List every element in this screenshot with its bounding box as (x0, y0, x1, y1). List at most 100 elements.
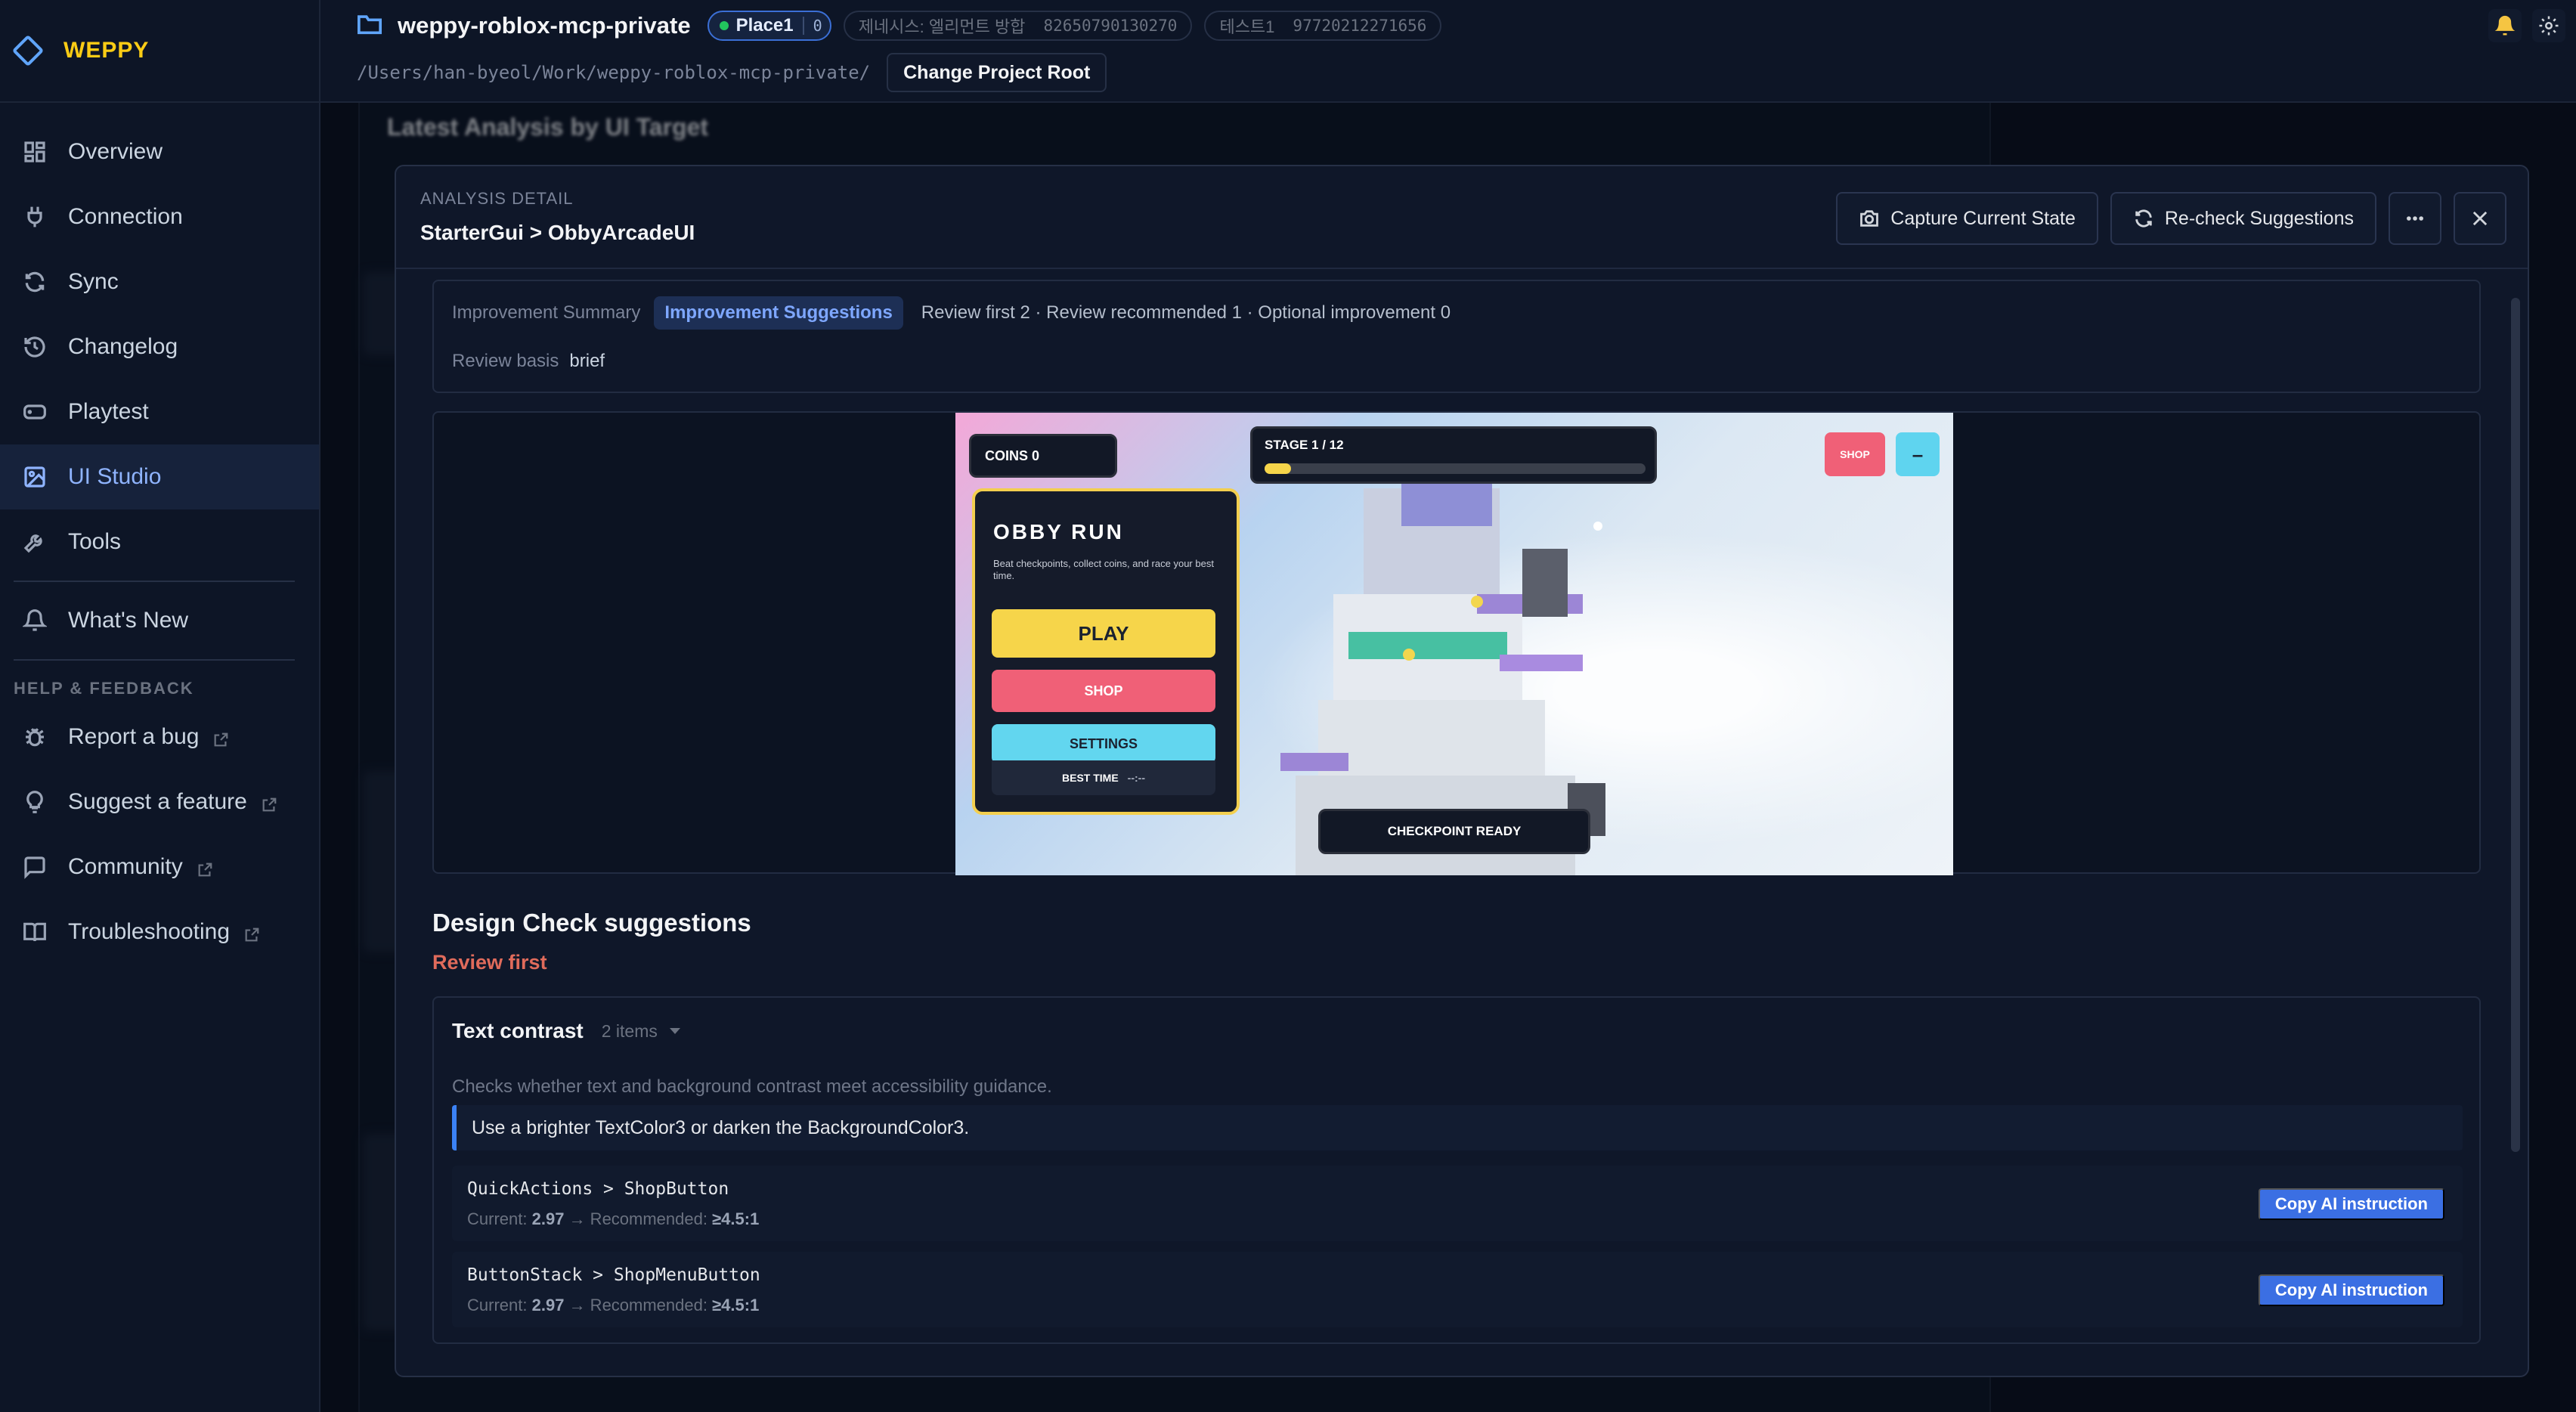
grid-icon (23, 140, 47, 164)
project-path: /Users/han-byeol/Work/weppy-roblox-mcp-p… (357, 62, 871, 83)
sidebar-item-ui-studio[interactable]: UI Studio (0, 444, 319, 509)
sidebar-item-label: Tools (68, 529, 122, 554)
sidebar-item-community[interactable]: Community (0, 835, 319, 900)
scrollbar[interactable] (2511, 298, 2520, 1152)
game-best-time: BEST TIME --:-- (992, 760, 1215, 795)
hud-coins: COINS 0 (969, 434, 1117, 478)
tab-improvement-summary[interactable]: Improvement Summary (452, 302, 640, 324)
stage-progress-bar (1265, 463, 1646, 474)
more-options-button[interactable] (2389, 192, 2441, 245)
sidebar-item-label: Troubleshooting (68, 919, 231, 944)
sidebar-item-troubleshooting[interactable]: Troubleshooting (0, 900, 319, 965)
sidebar-item-whats-new[interactable]: What's New (0, 588, 319, 653)
ui-path: ButtonStack > ShopMenuButton (467, 1265, 760, 1285)
current-label: Current: (467, 1209, 528, 1228)
book-icon (23, 920, 47, 944)
game-shop-button: SHOP (992, 670, 1215, 712)
close-modal-button[interactable] (2454, 192, 2506, 245)
review-basis-value: brief (569, 351, 605, 371)
game-screenshot: COINS 0 STAGE 1 / 12 SHOP – OBBY RUN Bea… (955, 413, 1953, 875)
button-label: Re-check Suggestions (2164, 207, 2354, 229)
tabs-row: Improvement Summary Improvement Suggesti… (452, 296, 1451, 330)
current-value: 2.97 (531, 1209, 565, 1228)
place-pill-name: 테스트1 (1219, 17, 1275, 36)
suggestion-summary-text: Review first 2 · Review recommended 1 · … (921, 302, 1451, 323)
bell-icon (23, 608, 47, 633)
sidebar-item-label: What's New (68, 608, 189, 633)
current-label: Current: (467, 1296, 528, 1314)
copy-ai-instruction-button[interactable]: Copy AI instruction (2258, 1274, 2444, 1306)
recheck-suggestions-button[interactable]: Re-check Suggestions (2110, 192, 2376, 245)
external-link-icon (212, 729, 229, 747)
review-basis: Review basis brief (452, 351, 605, 372)
tab-improvement-suggestions[interactable]: Improvement Suggestions (654, 296, 903, 330)
card-description: Checks whether text and background contr… (452, 1076, 1052, 1097)
modal-body: Improvement Summary Improvement Suggesti… (396, 271, 2528, 1376)
card-title: Text contrast (452, 1019, 584, 1042)
stage-label: STAGE 1 / 12 (1265, 438, 1344, 452)
section-label-help: HELP & FEEDBACK (14, 679, 194, 698)
sidebar-item-sync[interactable]: Sync (0, 249, 319, 314)
modal-title: StarterGui > ObbyArcadeUI (420, 221, 695, 244)
place-pill-2[interactable]: 테스트1 97720212271656 (1204, 11, 1442, 41)
folder-icon (357, 13, 382, 39)
suggestion-card-text-contrast: Text contrast 2 items Checks whether tex… (432, 996, 2481, 1344)
divider (14, 581, 295, 582)
game-menu-description: Beat checkpoints, collect coins, and rac… (993, 558, 1214, 581)
logo-diamond-icon (11, 34, 45, 67)
gamepad-icon (23, 400, 47, 424)
best-time-label: BEST TIME (1062, 772, 1119, 784)
sidebar-item-label: Sync (68, 269, 119, 294)
settings-gear-icon[interactable] (2532, 9, 2565, 42)
history-icon (23, 335, 47, 359)
status-dot (719, 21, 729, 30)
project-row: weppy-roblox-mcp-private Place1 0 제네시스: … (357, 11, 1442, 41)
change-project-root-button[interactable]: Change Project Root (887, 53, 1107, 92)
recommended-label: → Recommended: (568, 1296, 707, 1314)
sidebar-item-changelog[interactable]: Changelog (0, 314, 319, 379)
main-nav: Overview Connection Sync Changelog Playt… (0, 103, 319, 965)
lightbulb-icon (23, 790, 47, 814)
chevron-down-icon[interactable] (669, 1028, 680, 1034)
card-header[interactable]: Text contrast 2 items (452, 1016, 680, 1046)
notification-bell-icon[interactable] (2488, 9, 2522, 42)
sidebar-item-label: Playtest (68, 399, 149, 424)
game-menu-panel: OBBY RUN Beat checkpoints, collect coins… (972, 488, 1240, 815)
list-item: QuickActions > ShopButton Current: 2.97 … (452, 1166, 2463, 1241)
place-badge[interactable]: Place1 0 (707, 11, 831, 41)
hud-stage: STAGE 1 / 12 (1250, 426, 1657, 484)
plug-icon (23, 205, 47, 229)
list-item: ButtonStack > ShopMenuButton Current: 2.… (452, 1252, 2463, 1327)
sidebar-item-report-bug[interactable]: Report a bug (0, 704, 319, 769)
copy-ai-instruction-button[interactable]: Copy AI instruction (2258, 1188, 2444, 1220)
item-count: 2 items (601, 1020, 658, 1041)
contrast-values: Current: 2.97 → Recommended: ≥4.5:1 (467, 1296, 759, 1315)
design-check-title: Design Check suggestions (432, 909, 751, 937)
game-settings-button: SETTINGS (992, 724, 1215, 763)
brand[interactable]: WEPPY (0, 0, 319, 103)
sidebar-item-label: Suggest a feature (68, 789, 247, 814)
sidebar-item-suggest-feature[interactable]: Suggest a feature (0, 769, 319, 835)
place-pill-1[interactable]: 제네시스: 엘리먼트 방합 82650790130270 (843, 11, 1193, 41)
recommended-value: ≥4.5:1 (712, 1209, 760, 1228)
game-play-button: PLAY (992, 609, 1215, 658)
divider (14, 659, 295, 661)
sidebar-item-connection[interactable]: Connection (0, 184, 319, 249)
sidebar-item-playtest[interactable]: Playtest (0, 379, 319, 444)
checkpoint-banner: CHECKPOINT READY (1318, 809, 1590, 854)
hud-shop-button: SHOP (1825, 432, 1885, 476)
place-pill-id: 97720212271656 (1293, 17, 1427, 35)
tabs-box: Improvement Summary Improvement Suggesti… (432, 280, 2481, 393)
recommended-value: ≥4.5:1 (712, 1296, 760, 1314)
review-first-label: Review first (432, 951, 547, 974)
hud-minimize-button: – (1896, 432, 1940, 476)
sidebar-item-label: UI Studio (68, 464, 162, 489)
ui-path: QuickActions > ShopButton (467, 1179, 729, 1199)
sidebar-item-tools[interactable]: Tools (0, 509, 319, 574)
refresh-icon (23, 270, 47, 294)
sidebar-item-label: Changelog (68, 334, 178, 359)
capture-current-state-button[interactable]: Capture Current State (1836, 192, 2098, 245)
top-header: weppy-roblox-mcp-private Place1 0 제네시스: … (320, 0, 2576, 103)
best-time-value: --:-- (1127, 772, 1145, 784)
sidebar-item-overview[interactable]: Overview (0, 119, 319, 184)
